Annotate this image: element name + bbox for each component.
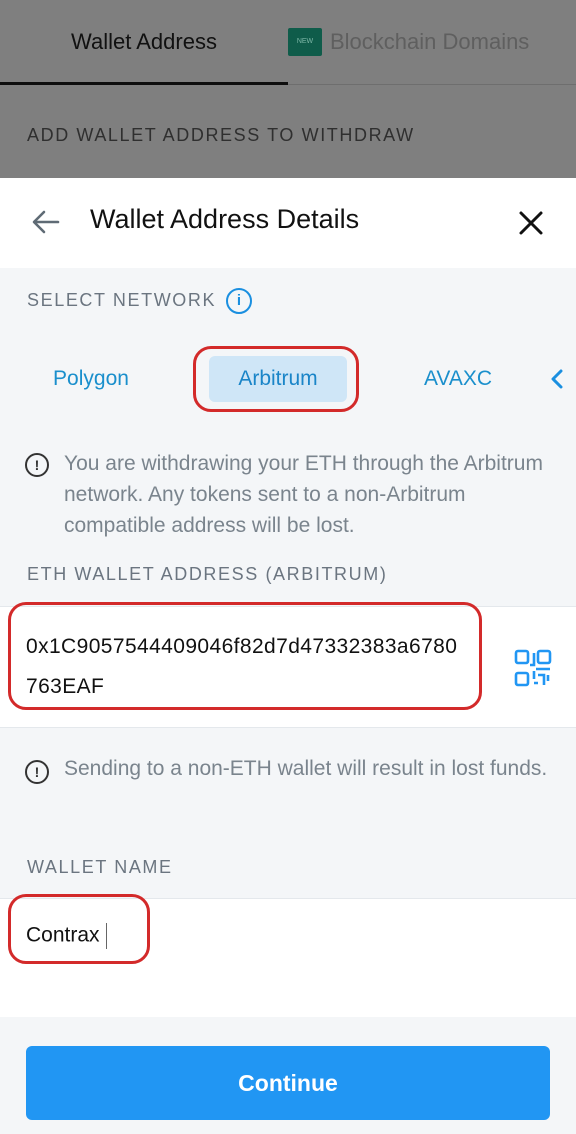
chevron-left-icon[interactable]: [548, 366, 566, 392]
tab-blockchain-domains[interactable]: NEW Blockchain Domains: [288, 0, 576, 84]
tab-blockchain-domains-label: Blockchain Domains: [330, 29, 530, 54]
highlight-wallet-name: [8, 894, 150, 964]
eth-wallet-address-label: ETH WALLET ADDRESS (ARBITRUM): [27, 564, 388, 584]
select-network-label: SELECT NETWORK: [27, 290, 217, 310]
network-option-avaxc[interactable]: AVAXC: [400, 356, 516, 402]
wallet-name-label: WALLET NAME: [27, 857, 173, 877]
sheet-title: Wallet Address Details: [90, 204, 360, 234]
info-icon[interactable]: i: [226, 288, 252, 314]
close-icon[interactable]: [516, 208, 546, 238]
network-option-label: Polygon: [53, 367, 129, 390]
tab-bar: Wallet Address NEW Blockchain Domains: [0, 0, 576, 85]
highlight-arbitrum: [193, 346, 359, 412]
wallet-address-details-sheet: Wallet Address Details SELECT NETWORK i …: [0, 178, 576, 1134]
network-option-label: AVAXC: [423, 367, 493, 390]
warning-icon: !: [25, 760, 49, 784]
back-arrow-icon[interactable]: [30, 206, 62, 238]
network-option-polygon[interactable]: Polygon: [30, 356, 152, 402]
continue-button-label: Continue: [238, 1069, 338, 1096]
background-section-title: ADD WALLET ADDRESS TO WITHDRAW: [27, 125, 415, 145]
address-notice: Sending to a non-ETH wallet will result …: [64, 757, 548, 780]
highlight-address: [8, 602, 482, 710]
tab-wallet-address[interactable]: Wallet Address: [0, 0, 288, 85]
qr-code-icon[interactable]: [514, 649, 552, 687]
warning-icon: !: [25, 453, 49, 477]
continue-button[interactable]: Continue: [26, 1046, 550, 1120]
new-badge: NEW: [288, 28, 322, 56]
active-tab-indicator: [0, 82, 288, 85]
tab-wallet-address-label: Wallet Address: [71, 29, 217, 54]
network-notice: You are withdrawing your ETH through the…: [64, 452, 543, 537]
background-page: Wallet Address NEW Blockchain Domains AD…: [0, 0, 576, 178]
sheet-header: Wallet Address Details: [0, 178, 576, 268]
